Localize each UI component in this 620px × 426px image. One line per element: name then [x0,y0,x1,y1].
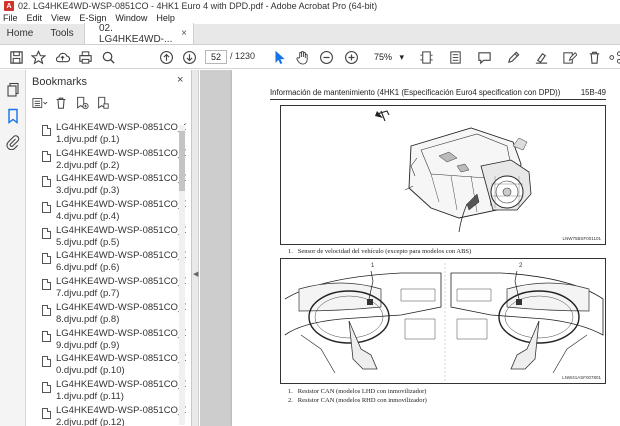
edit-pdf-icon[interactable] [561,49,577,65]
bookmark-page-icon [42,202,51,214]
figure-code: LNW75BSF001101 [562,236,601,241]
next-page-icon[interactable] [181,49,197,65]
list-item[interactable]: LG4HKE4WD-WSP-0851CO_001 0.djvu.pdf (p.10… [26,353,186,379]
figure-caption: 1. Sensor de velocidad del vehículo (exc… [288,248,472,255]
bookmark-page-icon [42,176,51,188]
chevron-down-icon: ▾ [399,52,404,62]
previous-page-icon[interactable] [158,49,174,65]
list-item[interactable]: LG4HKE4WD-WSP-0851CO_001 1.djvu.pdf (p.11… [26,379,186,405]
tab-document-label: 02. LG4HKE4WD-... [99,22,173,45]
bookmarks-toolbar [32,94,116,112]
bookmarks-panel: Bookmarks × LG4HKE4WD-WSP-0851CO_000 1.dj… [26,70,192,426]
bookmark-page-icon [42,125,51,136]
list-item[interactable]: LG4HKE4WD-WSP-0851CO_000 1.djvu.pdf (p.1) [26,122,186,148]
bookmarks-header: Bookmarks [32,76,88,88]
zoom-value: 75% [374,52,393,62]
panel-splitter[interactable]: ◀ [192,70,199,426]
list-item[interactable]: LG4HKE4WD-WSP-0851CO_001 2.djvu.pdf (p.12… [26,405,186,426]
tab-tools[interactable]: Tools [40,23,84,44]
bookmark-page-icon [42,227,51,239]
list-item[interactable]: LG4HKE4WD-WSP-0851CO_000 9.djvu.pdf (p.9) [26,328,186,354]
hand-tool-icon[interactable] [294,49,310,65]
title-bar: A 02. LG4HKE4WD-WSP-0851CO - 4HK1 Euro 4… [0,0,620,12]
list-item[interactable]: LG4HKE4WD-WSP-0851CO_000 6.djvu.pdf (p.6) [26,250,186,276]
bookmark-page-icon [42,356,51,368]
options-menu-icon[interactable] [32,95,48,111]
menu-view[interactable]: View [51,13,70,23]
menu-edit[interactable]: Edit [27,13,43,23]
comment-icon[interactable] [476,49,492,65]
select-cursor-icon[interactable] [271,49,287,65]
search-icon[interactable] [100,49,116,65]
save-icon[interactable] [8,49,24,65]
collapse-arrow-icon[interactable]: ◀ [193,270,198,278]
attachment-icon[interactable] [5,134,21,151]
menu-window[interactable]: Window [115,13,147,23]
list-item[interactable]: LG4HKE4WD-WSP-0851CO_000 4.djvu.pdf (p.4) [26,199,186,225]
fit-page-icon[interactable] [418,49,434,65]
pen-icon[interactable] [505,49,521,65]
figure-transmission: LNW75BSF001101 [280,105,606,245]
star-icon[interactable] [30,49,46,65]
scrollbar-thumb[interactable] [179,131,185,191]
tab-bar: Home Tools 02. LG4HKE4WD-... × [0,22,620,45]
page-total: / 1230 [230,51,256,61]
tab-home[interactable]: Home [0,23,40,44]
page-header-number: 15B-49 [580,88,606,97]
delete-icon[interactable] [586,49,602,65]
zoom-select[interactable]: 75% ▾ [370,50,404,64]
delete-bookmark-icon[interactable] [53,95,69,111]
new-bookmark-icon[interactable] [74,95,90,111]
print-icon[interactable] [77,49,93,65]
figure-code: LNW41ASF007801 [562,375,601,380]
figure-dashboard: 1 2 LNW41ASF007801 [280,258,606,384]
page-header-title: Información de mantenimiento (4HK1 (Espe… [270,88,561,97]
page-number-input[interactable]: 52 [205,50,227,64]
tab-document[interactable]: 02. LG4HKE4WD-... × [84,22,194,45]
list-item[interactable]: LG4HKE4WD-WSP-0851CO_000 7.djvu.pdf (p.7) [26,276,186,302]
window-title: 02. LG4HKE4WD-WSP-0851CO - 4HK1 Euro 4 w… [18,1,378,11]
list-item[interactable]: LG4HKE4WD-WSP-0851CO_000 3.djvu.pdf (p.3) [26,173,186,199]
bookmark-page-icon [42,381,51,393]
list-item[interactable]: LG4HKE4WD-WSP-0851CO_000 5.djvu.pdf (p.5) [26,225,186,251]
transmission-illustration [375,110,532,233]
pdf-page: Información de mantenimiento (4HK1 (Espe… [232,70,620,426]
toolbar: 52 / 1230 75% ▾ [0,45,620,69]
cloud-upload-icon[interactable] [54,49,70,65]
close-icon[interactable]: × [177,74,183,86]
scroll-mode-icon[interactable] [447,49,463,65]
bookmark-page-icon [42,279,51,291]
figure-caption: 2. Resistor CAN (modelos RHD con inmovil… [288,397,427,404]
highlight-icon[interactable] [533,49,549,65]
list-item[interactable]: LG4HKE4WD-WSP-0851CO_000 8.djvu.pdf (p.8) [26,302,186,328]
figure-caption: 1. Resistor CAN (modelos LHD con inmovil… [288,388,427,395]
menu-file[interactable]: File [3,13,18,23]
bookmarks-scrollbar[interactable] [179,125,185,425]
menu-esign[interactable]: E-Sign [79,13,106,23]
bookmark-page-icon [42,253,51,265]
left-rail [0,70,26,426]
bookmark-page-icon [42,330,51,342]
share-icon[interactable] [607,49,620,65]
bookmark-icon[interactable] [5,108,21,124]
page-thumbnails-icon[interactable] [5,82,21,98]
document-viewport[interactable]: Información de mantenimiento (4HK1 (Espe… [200,70,620,426]
zoom-in-icon[interactable] [343,49,359,65]
menu-help[interactable]: Help [156,13,175,23]
page-header: Información de mantenimiento (4HK1 (Espe… [270,88,606,100]
bookmarks-list: LG4HKE4WD-WSP-0851CO_000 1.djvu.pdf (p.1)… [26,122,186,426]
callout-1: 1 [371,263,375,269]
zoom-out-icon[interactable] [318,49,334,65]
tag-bookmark-icon[interactable] [95,95,111,111]
callout-2: 2 [519,263,523,269]
bookmark-page-icon [42,150,51,162]
acrobat-app-icon: A [4,1,14,11]
bookmark-page-icon [42,304,51,316]
bookmark-page-icon [42,407,51,419]
list-item[interactable]: LG4HKE4WD-WSP-0851CO_000 2.djvu.pdf (p.2) [26,148,186,174]
dashboard-illustration [284,263,604,381]
tab-close-icon[interactable]: × [181,28,187,39]
